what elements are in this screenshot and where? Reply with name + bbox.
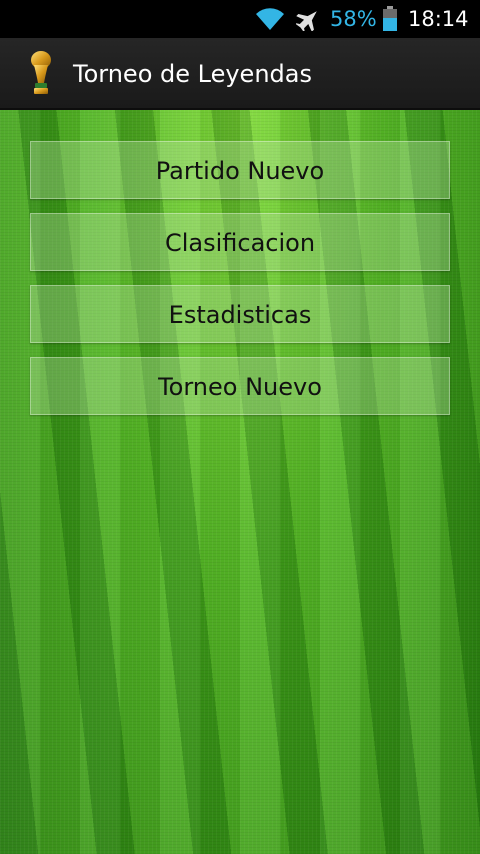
torneo-nuevo-button[interactable]: Torneo Nuevo <box>30 357 450 415</box>
clock: 18:14 <box>408 7 469 31</box>
partido-nuevo-button[interactable]: Partido Nuevo <box>30 141 450 199</box>
clasificacion-button[interactable]: Clasificacion <box>30 213 450 271</box>
main-menu: Partido Nuevo Clasificacion Estadisticas… <box>30 141 450 429</box>
airplane-mode-icon <box>296 11 317 31</box>
battery-percent: 58% <box>330 7 377 31</box>
app-title: Torneo de Leyendas <box>73 60 312 88</box>
trophy-icon[interactable] <box>26 51 56 97</box>
action-bar: Torneo de Leyendas <box>0 38 480 110</box>
wifi-icon <box>256 8 284 30</box>
estadisticas-button[interactable]: Estadisticas <box>30 285 450 343</box>
battery-icon <box>383 6 397 31</box>
status-bar: 58% 18:14 <box>0 0 480 38</box>
